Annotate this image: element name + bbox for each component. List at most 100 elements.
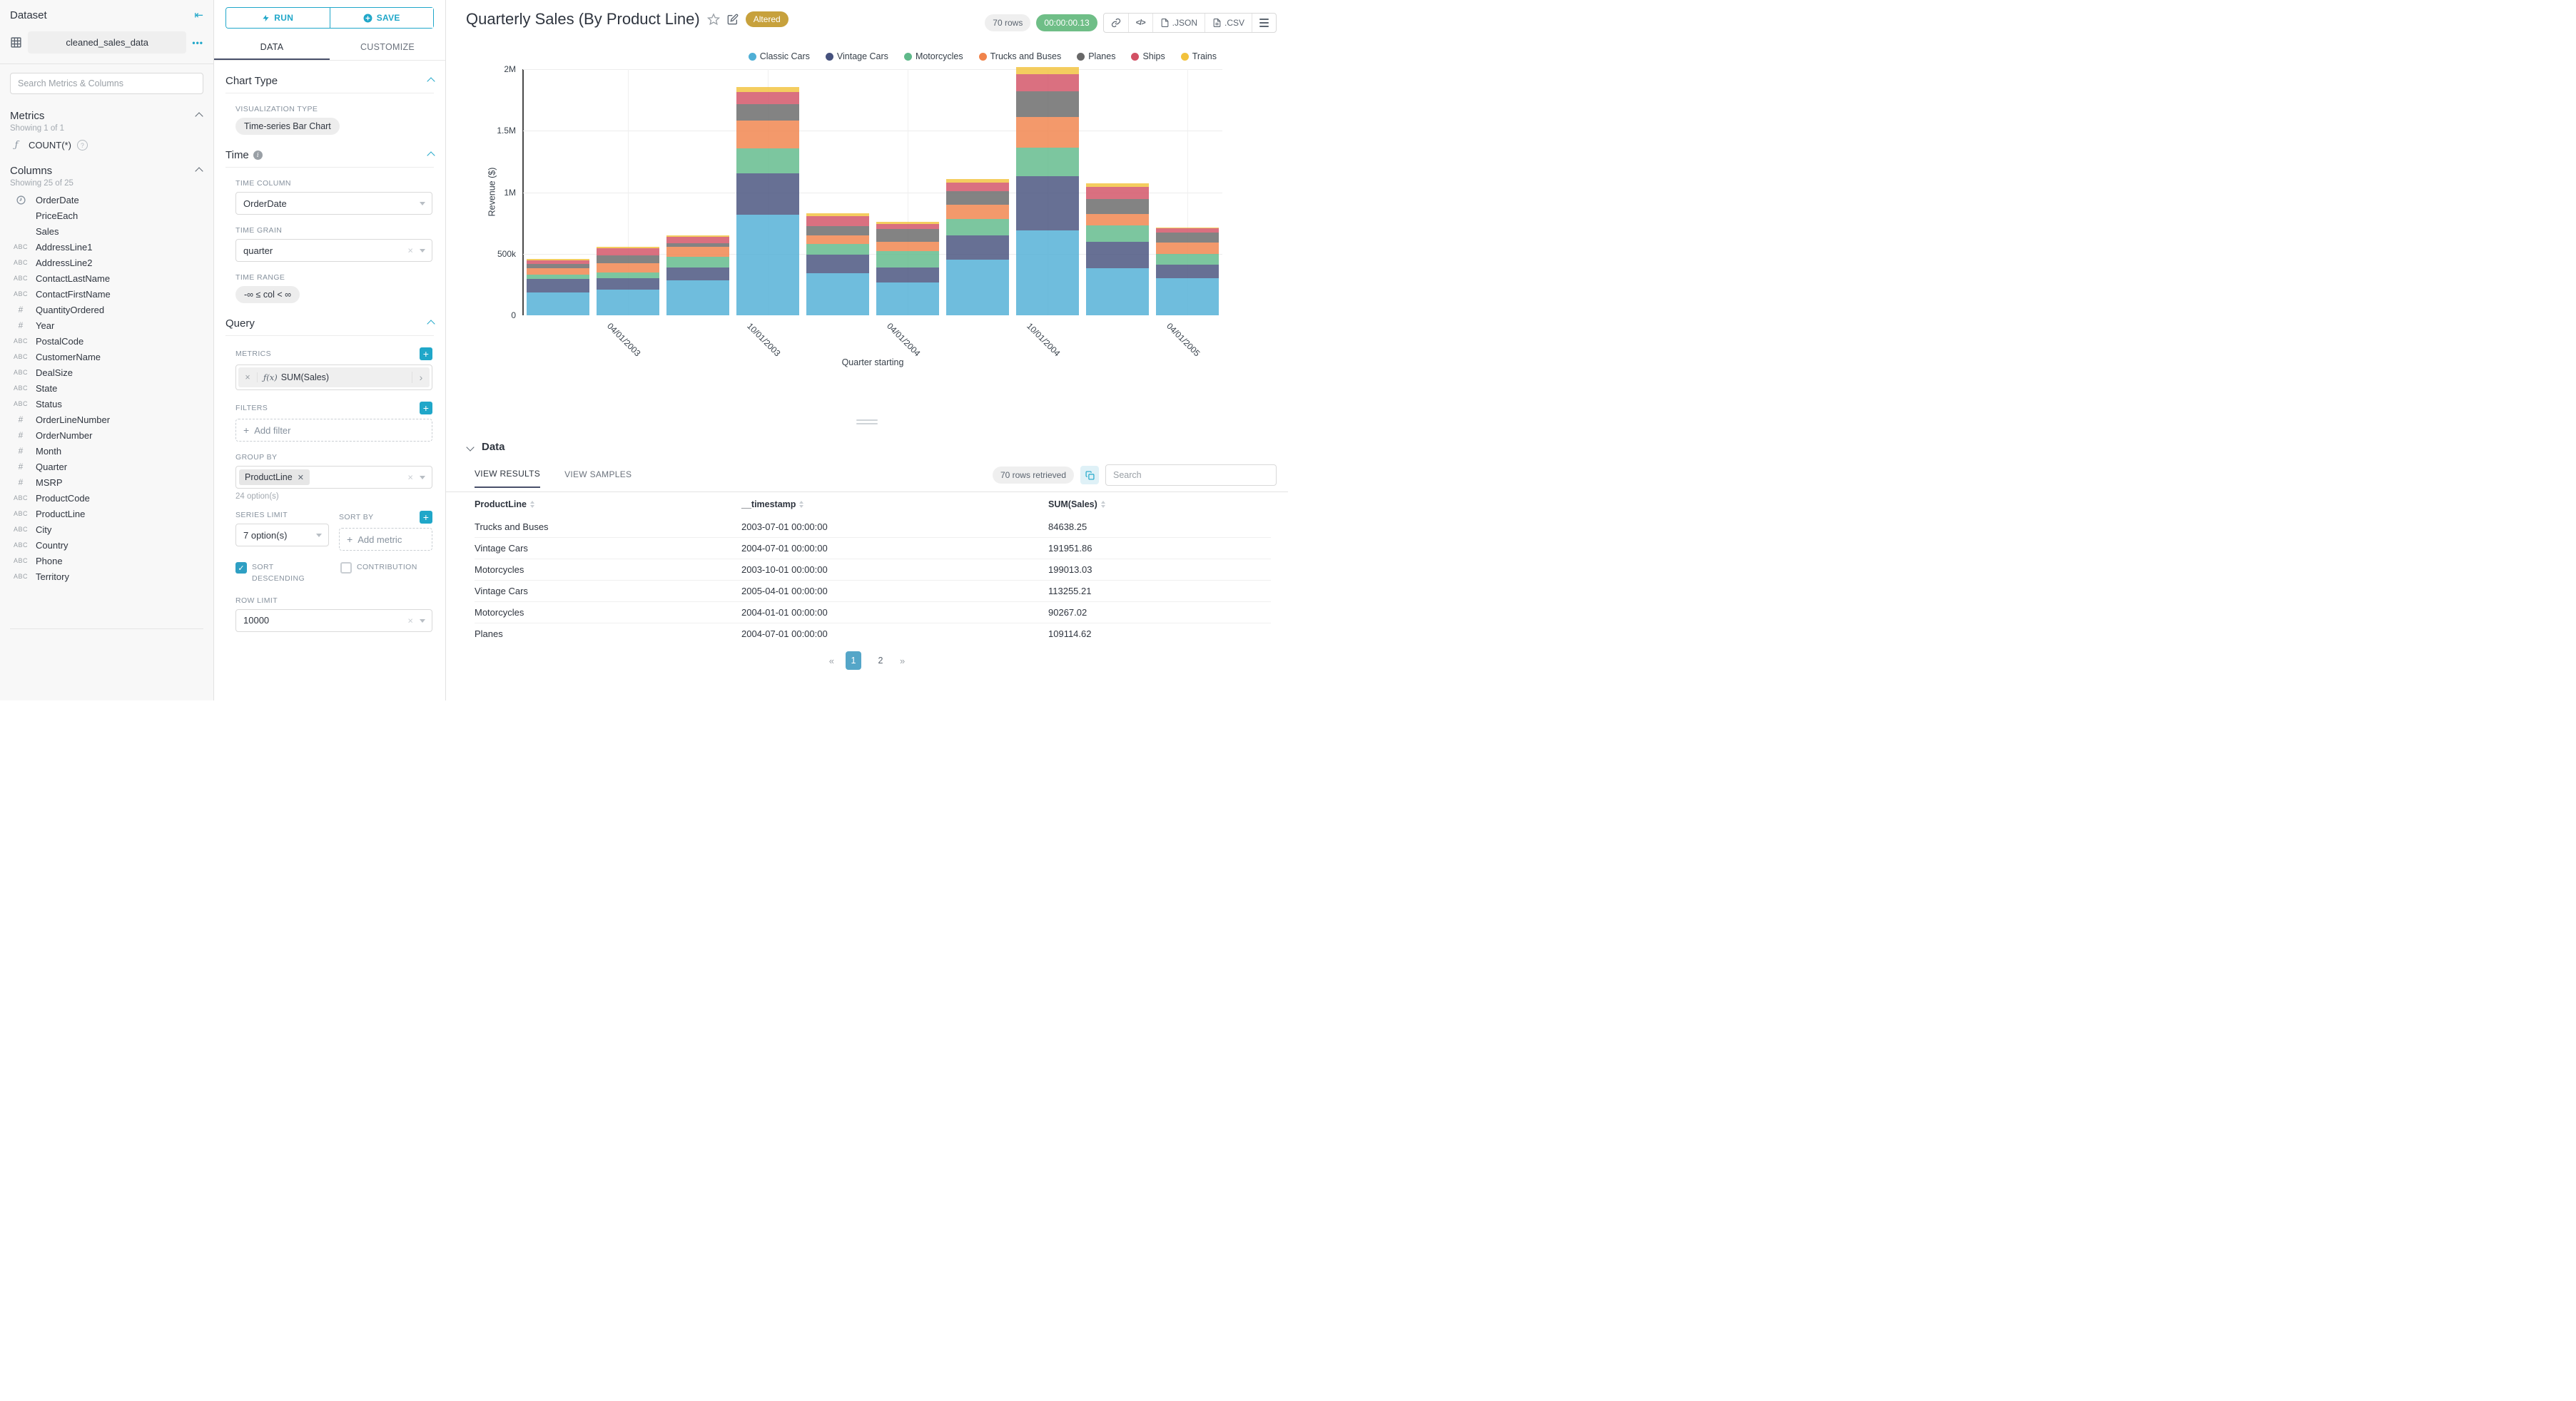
add-filter-dropzone[interactable]: + Add filter [235,419,432,442]
menu-icon[interactable] [1252,14,1276,32]
chevron-up-icon[interactable] [195,166,203,175]
series-limit-select[interactable]: 7 option(s) [235,524,329,546]
column-item[interactable]: ABC Status [0,396,213,412]
dataset-name[interactable]: cleaned_sales_data [28,31,187,54]
metric-pill[interactable]: × ƒ(x) SUM(Sales) › [238,367,430,387]
metric-item[interactable]: ƒ COUNT(*) ? [0,136,213,155]
row-limit-select[interactable]: 10000 × [235,608,432,632]
column-item[interactable]: ABC State [0,380,213,396]
search-metrics-columns-input[interactable] [10,73,203,94]
remove-icon[interactable]: ✕ [298,473,304,482]
column-item[interactable]: ABC City [0,521,213,537]
legend-item[interactable]: Planes [1077,51,1115,61]
legend-item[interactable]: Ships [1131,51,1165,61]
results-header[interactable]: Data [446,435,1288,453]
y-axis-tick-label: 500k [497,248,516,259]
remove-metric-icon[interactable]: × [238,372,258,382]
time-column-select[interactable]: OrderDate [235,192,432,215]
add-filter-button[interactable]: + [420,402,432,414]
next-page-button[interactable]: » [900,656,905,666]
text-type-icon: ABC [13,337,28,345]
column-item[interactable]: ABC AddressLine1 [0,239,213,255]
section-chart-type[interactable]: Chart Type [225,61,435,93]
run-button[interactable]: RUN [226,8,330,28]
column-item[interactable]: # Month [0,443,213,459]
column-item[interactable]: # Quarter [0,459,213,474]
collapse-panel-icon[interactable]: ⇤ [194,9,203,21]
time-grain-select[interactable]: quarter × [235,239,432,262]
legend-dot-icon [1131,52,1140,61]
tab-view-results[interactable]: VIEW RESULTS [475,469,541,488]
star-icon[interactable] [706,13,720,26]
altered-badge[interactable]: Altered [745,11,788,27]
column-item[interactable]: ABC CustomerName [0,349,213,365]
visualization-type-pill[interactable]: Time-series Bar Chart [235,118,340,135]
column-item[interactable]: ABC ProductLine [0,506,213,521]
copy-link-button[interactable] [1104,14,1128,32]
column-item[interactable]: ABC Country [0,537,213,553]
column-item[interactable]: # QuantityOrdered [0,302,213,317]
tab-customize[interactable]: CUSTOMIZE [330,36,445,60]
embed-code-button[interactable]: </> [1127,14,1152,32]
export-csv-button[interactable]: .CSV [1204,14,1252,32]
column-item[interactable]: # OrderNumber [0,427,213,443]
page-button-2[interactable]: 2 [873,656,888,666]
add-sort-metric-button[interactable]: + [420,511,432,524]
legend-item[interactable]: Trains [1180,51,1217,61]
tab-data[interactable]: DATA [214,36,330,60]
column-item[interactable]: ABC ContactFirstName [0,286,213,302]
edit-icon[interactable] [727,14,739,25]
clear-icon[interactable]: × [407,615,413,626]
time-range-pill[interactable]: -∞ ≤ col < ∞ [235,286,300,303]
group-by-pill[interactable]: ProductLine ✕ [239,469,310,485]
table-column-header[interactable]: SUM(Sales) [1048,499,1271,509]
legend-label: Vintage Cars [836,51,888,61]
column-item[interactable]: ABC ContactLastName [0,270,213,286]
column-item[interactable]: ABC PostalCode [0,333,213,349]
table-column-header[interactable]: ProductLine [475,499,741,509]
sort-descending-checkbox[interactable]: ✓ SORT DESCENDING [235,562,328,585]
page-button-1[interactable]: 1 [846,651,861,670]
results-search-input[interactable] [1105,464,1277,486]
bar-segment [1016,148,1079,177]
column-item[interactable]: ABC AddressLine2 [0,255,213,270]
legend-item[interactable]: Vintage Cars [825,51,888,61]
column-item[interactable]: OrderDate [0,192,213,208]
column-item[interactable]: # Year [0,317,213,333]
copy-data-button[interactable] [1080,466,1099,484]
legend-item[interactable]: Motorcycles [903,51,963,61]
export-json-button[interactable]: .JSON [1152,14,1205,32]
table-cell: 2003-10-01 00:00:00 [741,564,828,575]
table-column-header[interactable]: __timestamp [741,499,1048,509]
column-item[interactable]: Sales [0,223,213,239]
dataset-options-icon[interactable]: ••• [192,38,203,48]
bar-segment [597,263,659,272]
section-query[interactable]: Query [225,303,435,336]
column-item[interactable]: PriceEach [0,208,213,223]
add-sort-metric-dropzone[interactable]: + Add metric [339,528,432,551]
column-item[interactable]: ABC Phone [0,553,213,569]
bar-segment [527,278,589,293]
bar-segment [876,267,939,283]
expand-metric-icon[interactable]: › [412,372,430,383]
group-by-select[interactable]: ProductLine ✕ × [235,466,432,489]
legend-item[interactable]: Trucks and Buses [978,51,1061,61]
save-button[interactable]: SAVE [330,8,433,28]
clear-icon[interactable]: × [407,245,413,256]
section-time[interactable]: Time i [225,135,435,168]
prev-page-button[interactable]: « [829,656,834,666]
chevron-up-icon[interactable] [195,111,203,121]
column-item[interactable]: ABC Territory [0,569,213,584]
rows-retrieved-badge: 70 rows retrieved [992,467,1074,484]
tab-view-samples[interactable]: VIEW SAMPLES [564,469,632,487]
column-item[interactable]: ABC ProductCode [0,490,213,506]
column-item[interactable]: # MSRP [0,474,213,490]
contribution-checkbox[interactable]: CONTRIBUTION [340,562,432,585]
add-metric-button[interactable]: + [420,347,432,360]
clear-icon[interactable]: × [407,472,413,483]
checkbox-checked-icon: ✓ [235,562,247,574]
legend-item[interactable]: Classic Cars [748,51,810,61]
column-item[interactable]: ABC DealSize [0,365,213,380]
column-item[interactable]: # OrderLineNumber [0,412,213,427]
resize-handle[interactable] [856,419,878,424]
